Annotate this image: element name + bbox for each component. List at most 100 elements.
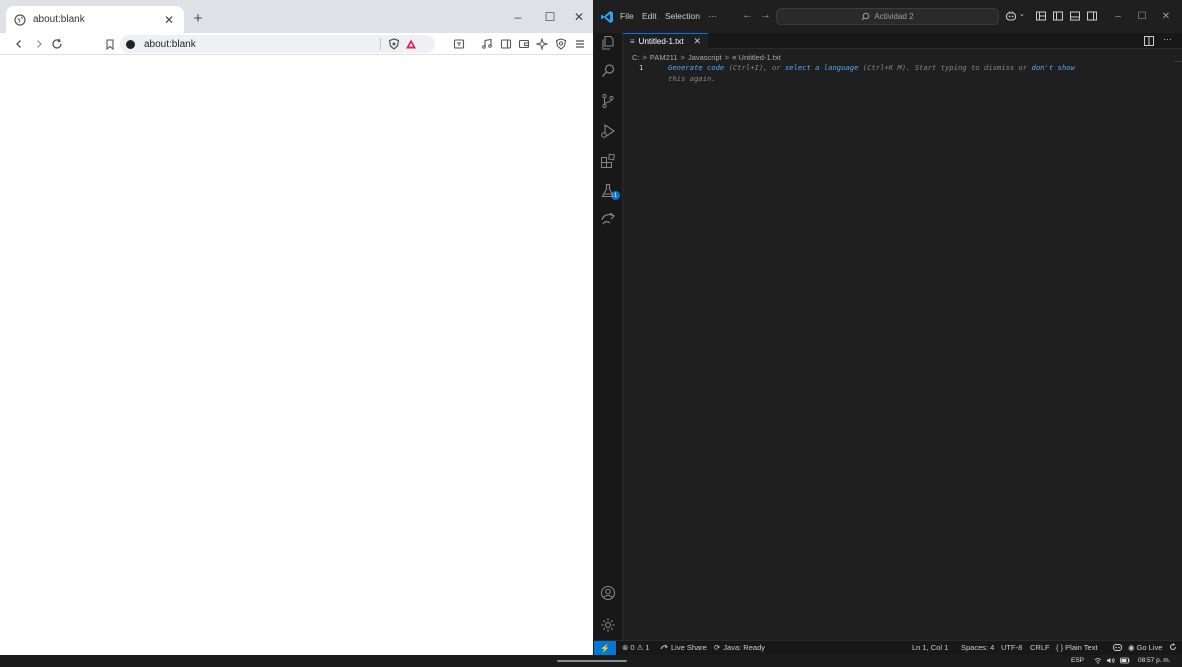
sidebar-icon[interactable]: [498, 36, 514, 52]
menu-file[interactable]: File: [620, 11, 634, 21]
volume-icon[interactable]: [1106, 657, 1115, 666]
notifications-bell-icon[interactable]: [1169, 643, 1177, 651]
broadcast-icon: ◉: [1128, 643, 1135, 652]
menu-icon[interactable]: [572, 36, 588, 52]
clock[interactable]: 08:57 p. m.: [1138, 657, 1171, 664]
generate-code-link[interactable]: Generate code: [668, 63, 724, 72]
live-share-icon: [660, 644, 668, 649]
toggle-primary-sidebar-icon[interactable]: [1052, 10, 1064, 22]
vscode-logo-icon: [601, 11, 613, 23]
extensions-icon[interactable]: [600, 153, 616, 169]
close-editor-icon[interactable]: ✕: [693, 36, 701, 47]
browser-tab-bar: about:blank ✕ + – ☐ ✕: [0, 0, 593, 33]
input-language[interactable]: ESP: [1071, 657, 1084, 664]
editor-tab-bar: ≡ Untitled-1.txt ✕ ···: [623, 33, 1182, 49]
editor-more-actions-icon[interactable]: ···: [1163, 34, 1172, 44]
media-icon[interactable]: [479, 36, 495, 52]
site-info-icon[interactable]: [126, 39, 135, 49]
browser-window: about:blank ✕ + – ☐ ✕ about:blank: [0, 0, 593, 655]
vscode-minimize-button[interactable]: –: [1111, 9, 1125, 23]
url-text: about:blank: [144, 38, 196, 50]
search-icon[interactable]: [600, 63, 616, 79]
browser-tab-title: about:blank: [33, 14, 85, 25]
breadcrumb-separator: >: [642, 52, 647, 62]
breadcrumb-file[interactable]: ≡ Untitled-1.txt: [732, 53, 781, 62]
nav-forward-icon[interactable]: →: [760, 9, 771, 21]
minimize-button[interactable]: –: [507, 8, 529, 26]
menu-edit[interactable]: Edit: [642, 11, 657, 21]
status-bar: ⚡ ⊗ 0 ⚠ 1 Live Share ⟳ Java: Ready Ln 1,…: [594, 640, 1182, 655]
testing-icon[interactable]: [600, 183, 616, 199]
remote-indicator-icon[interactable]: ⚡: [594, 641, 616, 655]
wifi-icon[interactable]: [1094, 657, 1102, 666]
close-window-button[interactable]: ✕: [568, 8, 590, 26]
new-tab-button[interactable]: +: [189, 9, 207, 27]
vscode-maximize-button[interactable]: ☐: [1135, 9, 1149, 23]
editor-hint: Generate code (Ctrl+I), or select a lang…: [668, 62, 1118, 84]
toggle-secondary-sidebar-icon[interactable]: [1086, 10, 1098, 22]
command-center-search[interactable]: Actividad 2: [776, 8, 999, 25]
text-file-icon: ≡: [630, 37, 635, 46]
language-mode[interactable]: { } Plain Text: [1056, 643, 1098, 652]
editor-tab-title: Untitled-1.txt: [638, 37, 684, 46]
editor-scrollbar[interactable]: [1174, 61, 1182, 62]
wallet-icon[interactable]: [516, 36, 532, 52]
search-icon: [862, 12, 870, 21]
java-icon: ⟳: [714, 643, 721, 652]
encoding[interactable]: UTF-8: [1001, 643, 1022, 652]
battery-icon[interactable]: [1120, 657, 1130, 666]
maximize-button[interactable]: ☐: [539, 8, 561, 26]
explorer-icon[interactable]: [600, 35, 616, 51]
toolbar-divider: [380, 38, 381, 50]
menu-more[interactable]: ···: [708, 11, 717, 21]
reload-icon[interactable]: [48, 35, 66, 53]
vscode-close-button[interactable]: ✕: [1159, 9, 1173, 23]
account-icon[interactable]: [600, 585, 616, 601]
close-tab-icon[interactable]: ✕: [162, 13, 176, 27]
copilot-chevron-icon[interactable]: ⌄: [1019, 10, 1031, 22]
vpn-icon[interactable]: [553, 36, 569, 52]
run-debug-icon[interactable]: [600, 123, 616, 139]
vscode-title-bar: File Edit Selection ··· ← → Actividad 2 …: [594, 0, 1182, 33]
bookmark-icon[interactable]: [101, 35, 119, 53]
select-language-link[interactable]: select a language: [785, 63, 859, 72]
leo-ai-icon[interactable]: [534, 36, 550, 52]
live-share-label: Live Share: [671, 643, 707, 652]
go-live-label: Go Live: [1136, 643, 1163, 652]
taskbar: ESP 08:57 p. m.: [0, 655, 1182, 667]
line-number: 1: [639, 63, 644, 72]
hint-text: (Ctrl+K M). Start typing to dismiss or: [858, 63, 1032, 72]
live-share-status[interactable]: Live Share: [660, 643, 707, 652]
problems-indicator[interactable]: ⊗ 0 ⚠ 1: [622, 643, 650, 652]
settings-gear-icon[interactable]: [600, 617, 616, 633]
copilot-status-icon[interactable]: [1113, 643, 1122, 651]
editor-tab-untitled[interactable]: ≡ Untitled-1.txt ✕: [623, 33, 708, 49]
brave-rewards-icon[interactable]: [403, 36, 419, 52]
source-control-icon[interactable]: [600, 93, 616, 109]
live-share-icon[interactable]: [600, 211, 616, 227]
copilot-icon[interactable]: [1005, 10, 1017, 22]
hint-text: (Ctrl+I), or: [724, 63, 785, 72]
brave-shield-icon[interactable]: [386, 36, 402, 52]
go-live-button[interactable]: ◉ Go Live: [1128, 643, 1162, 652]
toggle-panel-icon[interactable]: [1069, 10, 1081, 22]
taskbar-handle[interactable]: [557, 660, 627, 662]
menu-selection[interactable]: Selection: [665, 11, 700, 21]
breadcrumb-drive[interactable]: C:: [632, 53, 640, 62]
customize-layout-icon[interactable]: [1035, 10, 1047, 22]
dont-show-link[interactable]: don't show: [1032, 63, 1075, 72]
back-icon[interactable]: [10, 35, 28, 53]
indentation[interactable]: Spaces: 4: [961, 643, 994, 652]
java-status[interactable]: ⟳ Java: Ready: [714, 643, 765, 652]
browser-tab[interactable]: about:blank ✕: [6, 6, 184, 33]
breadcrumb-folder-pam211[interactable]: PAM211: [650, 53, 678, 62]
split-editor-icon[interactable]: [1144, 36, 1154, 46]
nav-back-icon[interactable]: ←: [742, 9, 753, 21]
end-of-line[interactable]: CRLF: [1030, 643, 1050, 652]
forward-icon[interactable]: [30, 35, 48, 53]
editor-area: ≡ Untitled-1.txt ✕ ··· C: > PAM211 > Jav…: [623, 33, 1182, 640]
blank-page-content: [0, 55, 593, 655]
translate-icon[interactable]: [451, 36, 467, 52]
breadcrumb-folder-javascript[interactable]: Javascript: [688, 53, 722, 62]
cursor-position[interactable]: Ln 1, Col 1: [912, 643, 948, 652]
